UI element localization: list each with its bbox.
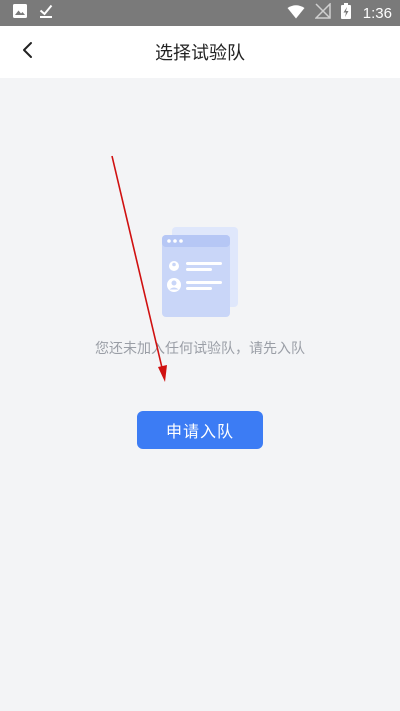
wifi-icon bbox=[287, 4, 305, 23]
image-icon bbox=[12, 3, 28, 23]
apply-join-team-button[interactable]: 申请入队 bbox=[137, 411, 263, 449]
status-bar: 1:36 bbox=[0, 0, 400, 26]
empty-state-message: 您还未加入任何试验队，请先入队 bbox=[95, 341, 305, 357]
page-title: 选择试验队 bbox=[155, 43, 245, 64]
status-bar-right: 1:36 bbox=[287, 2, 392, 23]
no-signal-icon bbox=[313, 2, 331, 23]
profile-card-illustration bbox=[160, 227, 240, 317]
chevron-left-icon bbox=[21, 41, 35, 63]
main-content: 您还未加入任何试验队，请先入队 申请入队 bbox=[0, 78, 400, 711]
header: 选择试验队 bbox=[0, 26, 400, 78]
status-bar-left bbox=[12, 3, 54, 23]
back-button[interactable] bbox=[14, 38, 42, 66]
download-done-icon bbox=[38, 3, 54, 23]
status-time: 1:36 bbox=[362, 4, 392, 22]
battery-charging-icon bbox=[340, 3, 351, 23]
